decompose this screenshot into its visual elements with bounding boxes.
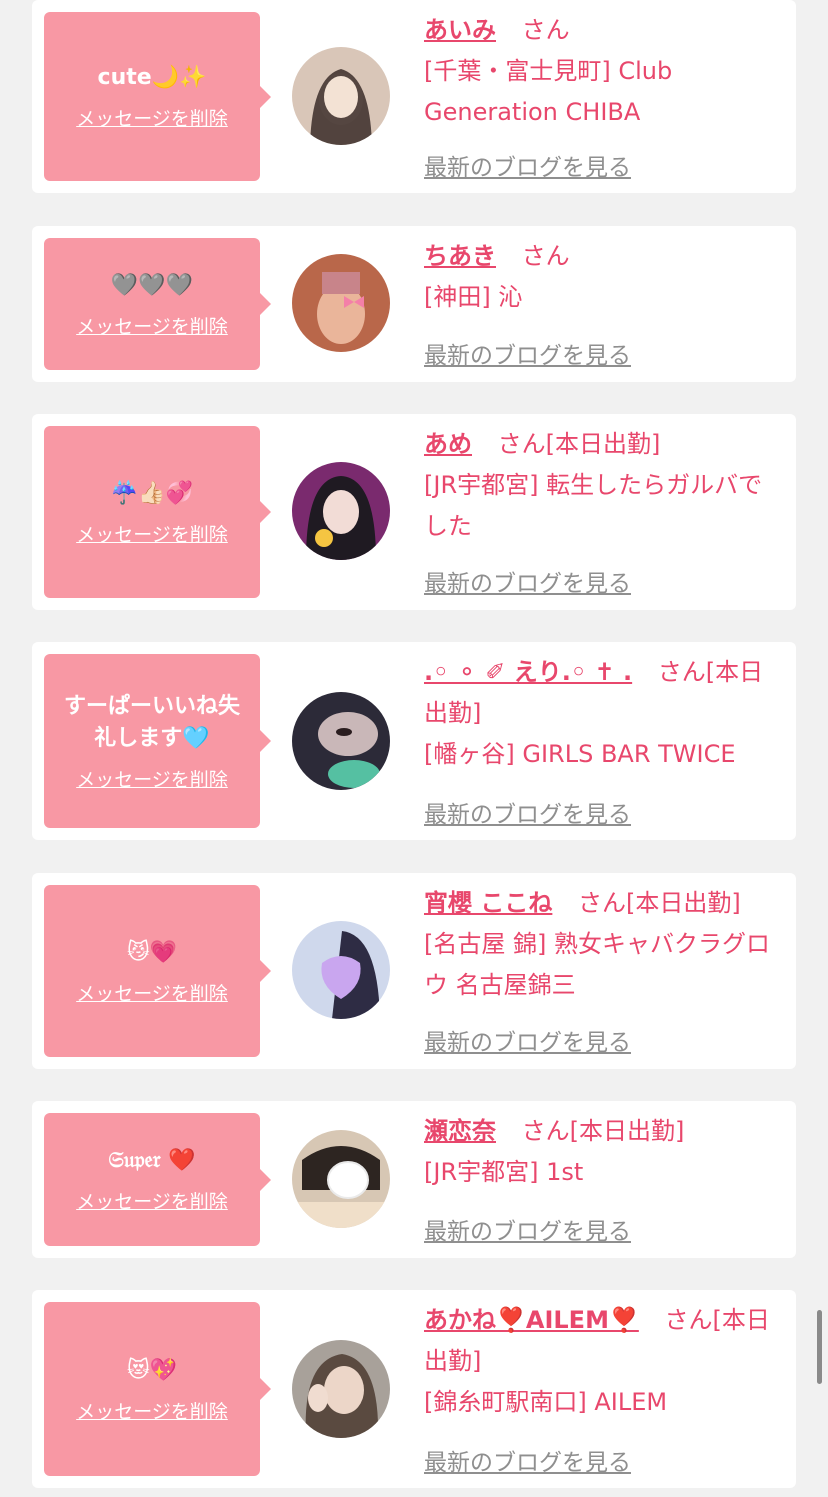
card-info: あいみ さん [千葉・富士見町] Club Generation CHIBA <box>424 10 786 133</box>
card-info: あかね❣️AILEM❣️ さん[本日出勤] [錦糸町駅南口] AILEM <box>424 1300 786 1423</box>
delete-message-link[interactable]: メッセージを削除 <box>76 765 228 792</box>
message-card: 🩶🩶🩶 メッセージを削除 ちあき さん [神田] 沁 最新のブログを見る <box>32 226 796 382</box>
avatar[interactable] <box>292 1340 390 1438</box>
message-bubble: 😼💗 メッセージを削除 <box>44 885 271 1057</box>
message-text: すーぱーいいね失礼します🩵 <box>63 693 240 751</box>
message-card: 😻💖 メッセージを削除 あかね❣️AILEM❣️ さん[本日出勤] [錦糸町駅南… <box>32 1290 796 1488</box>
delete-message-link[interactable]: メッセージを削除 <box>76 312 228 339</box>
message-text: ☔️👍🏻💞 <box>110 480 194 506</box>
avatar[interactable] <box>292 921 390 1019</box>
honorific: さん <box>521 1117 570 1145</box>
message-card: すーぱーいいね失礼します🩵 メッセージを削除 .◦ ⚬ ✐ えり.◦ ✝ . さ… <box>32 642 796 840</box>
work-status: [本日出勤] <box>626 889 741 917</box>
shop-info: [錦糸町駅南口] AILEM <box>424 1388 668 1416</box>
work-status: [本日出勤] <box>569 1117 685 1145</box>
message-bubble: 🩶🩶🩶 メッセージを削除 <box>44 238 271 370</box>
cast-name-link[interactable]: .◦ ⚬ ✐ えり.◦ ✝ . <box>424 658 632 686</box>
latest-blog-link[interactable]: 最新のブログを見る <box>424 564 631 598</box>
honorific: さん <box>497 430 546 458</box>
cast-name-link[interactable]: ちあき <box>424 242 496 270</box>
avatar[interactable] <box>292 47 390 145</box>
honorific: さん <box>521 242 570 270</box>
avatar[interactable] <box>292 692 390 790</box>
card-info: 宵櫻 ここね さん[本日出勤] [名古屋 錦] 熟女キャバクラグロウ 名古屋錦三 <box>424 883 786 1006</box>
avatar[interactable] <box>292 1130 390 1228</box>
honorific: さん <box>521 16 570 44</box>
message-text: cute🌙✨ <box>97 65 207 90</box>
latest-blog-link[interactable]: 最新のブログを見る <box>424 795 631 829</box>
shop-info: [JR宇都宮] 転生したらガルバでした <box>424 471 763 540</box>
honorific: さん <box>664 1306 713 1334</box>
latest-blog-link[interactable]: 最新のブログを見る <box>424 1443 631 1477</box>
delete-message-link[interactable]: メッセージを削除 <box>76 520 228 547</box>
message-text: 😼💗 <box>126 939 178 965</box>
scrollbar[interactable] <box>817 1310 822 1384</box>
message-text: 𝔖𝔲𝔭𝔢𝔯 ❤️ <box>108 1148 196 1173</box>
delete-message-link[interactable]: メッセージを削除 <box>76 1187 228 1214</box>
shop-info: [JR宇都宮] 1st <box>424 1158 584 1186</box>
card-info: あめ さん[本日出勤] [JR宇都宮] 転生したらガルバでした <box>424 424 786 547</box>
message-card: 𝔖𝔲𝔭𝔢𝔯 ❤️ メッセージを削除 瀬恋奈 さん[本日出勤] [JR宇都宮] 1… <box>32 1101 796 1258</box>
shop-info: [千葉・富士見町] Club Generation CHIBA <box>424 57 673 126</box>
message-bubble: ☔️👍🏻💞 メッセージを削除 <box>44 426 271 598</box>
message-card: cute🌙✨ メッセージを削除 あいみ さん [千葉・富士見町] Club Ge… <box>32 0 796 193</box>
message-bubble: 😻💖 メッセージを削除 <box>44 1302 271 1476</box>
cast-name-link[interactable]: あめ <box>424 430 472 458</box>
shop-info: [名古屋 錦] 熟女キャバクラグロウ 名古屋錦三 <box>424 930 770 999</box>
delete-message-link[interactable]: メッセージを削除 <box>76 979 228 1006</box>
cast-name-link[interactable]: 宵櫻 ここね <box>424 889 552 917</box>
message-text: 😻💖 <box>126 1357 178 1383</box>
cast-name-link[interactable]: あかね❣️AILEM❣️ <box>424 1306 639 1334</box>
work-status: [本日出勤] <box>545 430 661 458</box>
latest-blog-link[interactable]: 最新のブログを見る <box>424 1212 631 1246</box>
message-text: 🩶🩶🩶 <box>110 272 194 298</box>
message-card: 😼💗 メッセージを削除 宵櫻 ここね さん[本日出勤] [名古屋 錦] 熟女キャ… <box>32 873 796 1069</box>
cast-name-link[interactable]: あいみ <box>424 16 496 44</box>
shop-info: [幡ヶ谷] GIRLS BAR TWICE <box>424 740 736 768</box>
avatar[interactable] <box>292 254 390 352</box>
honorific: さん <box>657 658 706 686</box>
message-bubble: 𝔖𝔲𝔭𝔢𝔯 ❤️ メッセージを削除 <box>44 1113 271 1246</box>
latest-blog-link[interactable]: 最新のブログを見る <box>424 336 631 370</box>
card-info: 瀬恋奈 さん[本日出勤] [JR宇都宮] 1st <box>424 1111 786 1193</box>
message-bubble: cute🌙✨ メッセージを削除 <box>44 12 271 181</box>
delete-message-link[interactable]: メッセージを削除 <box>76 1397 228 1424</box>
message-card: ☔️👍🏻💞 メッセージを削除 あめ さん[本日出勤] [JR宇都宮] 転生したら… <box>32 414 796 610</box>
avatar[interactable] <box>292 462 390 560</box>
card-info: ちあき さん [神田] 沁 <box>424 236 786 318</box>
cast-name-link[interactable]: 瀬恋奈 <box>424 1117 496 1145</box>
card-info: .◦ ⚬ ✐ えり.◦ ✝ . さん[本日出勤] [幡ヶ谷] GIRLS BAR… <box>424 652 786 775</box>
shop-info: [神田] 沁 <box>424 283 523 311</box>
latest-blog-link[interactable]: 最新のブログを見る <box>424 1023 631 1057</box>
honorific: さん <box>578 889 626 917</box>
latest-blog-link[interactable]: 最新のブログを見る <box>424 148 631 182</box>
message-bubble: すーぱーいいね失礼します🩵 メッセージを削除 <box>44 654 271 828</box>
delete-message-link[interactable]: メッセージを削除 <box>76 104 228 131</box>
